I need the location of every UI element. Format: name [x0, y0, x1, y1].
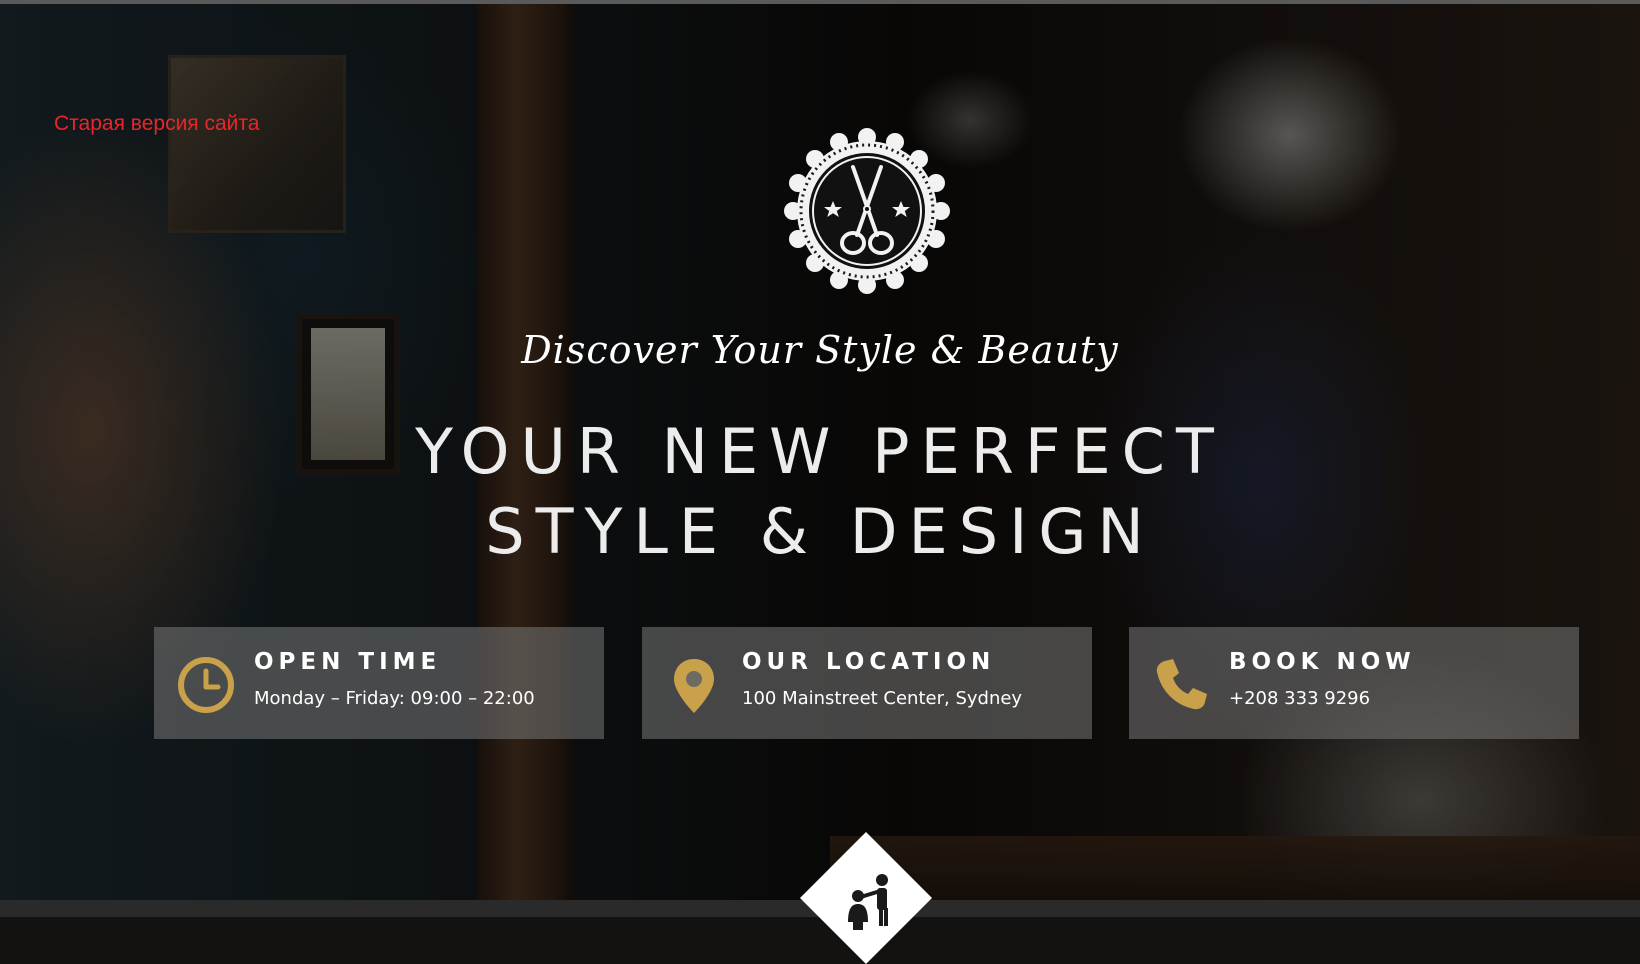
hero-headline: YOUR NEW PERFECT STYLE & DESIGN	[0, 412, 1640, 572]
scroll-down-badge[interactable]	[800, 832, 932, 964]
phone-icon	[1156, 659, 1207, 710]
info-card-title: OPEN TIME	[254, 649, 442, 675]
map-pin-icon	[674, 659, 714, 713]
info-card-title: OUR LOCATION	[742, 649, 996, 675]
info-card-open-time: OPEN TIME Monday – Friday: 09:00 – 22:00	[154, 627, 604, 739]
old-site-version-link[interactable]: Старая версия сайта	[54, 112, 259, 136]
top-border	[0, 0, 1640, 4]
info-card-text: 100 Mainstreet Center, Sydney	[742, 688, 1023, 709]
headline-line-2: STYLE & DESIGN	[485, 495, 1155, 568]
clock-icon	[178, 657, 234, 713]
info-card-title: BOOK NOW	[1229, 649, 1416, 675]
headline-line-1: YOUR NEW PERFECT	[415, 415, 1225, 488]
scissors-badge-icon	[784, 128, 950, 294]
info-card-location: OUR LOCATION 100 Mainstreet Center, Sydn…	[642, 627, 1092, 739]
info-card-text[interactable]: +208 333 9296	[1229, 688, 1370, 709]
info-card-text: Monday – Friday: 09:00 – 22:00	[254, 688, 535, 709]
info-card-book-now[interactable]: BOOK NOW +208 333 9296	[1129, 627, 1579, 739]
hero-tagline: Discover Your Style & Beauty	[521, 328, 1119, 372]
